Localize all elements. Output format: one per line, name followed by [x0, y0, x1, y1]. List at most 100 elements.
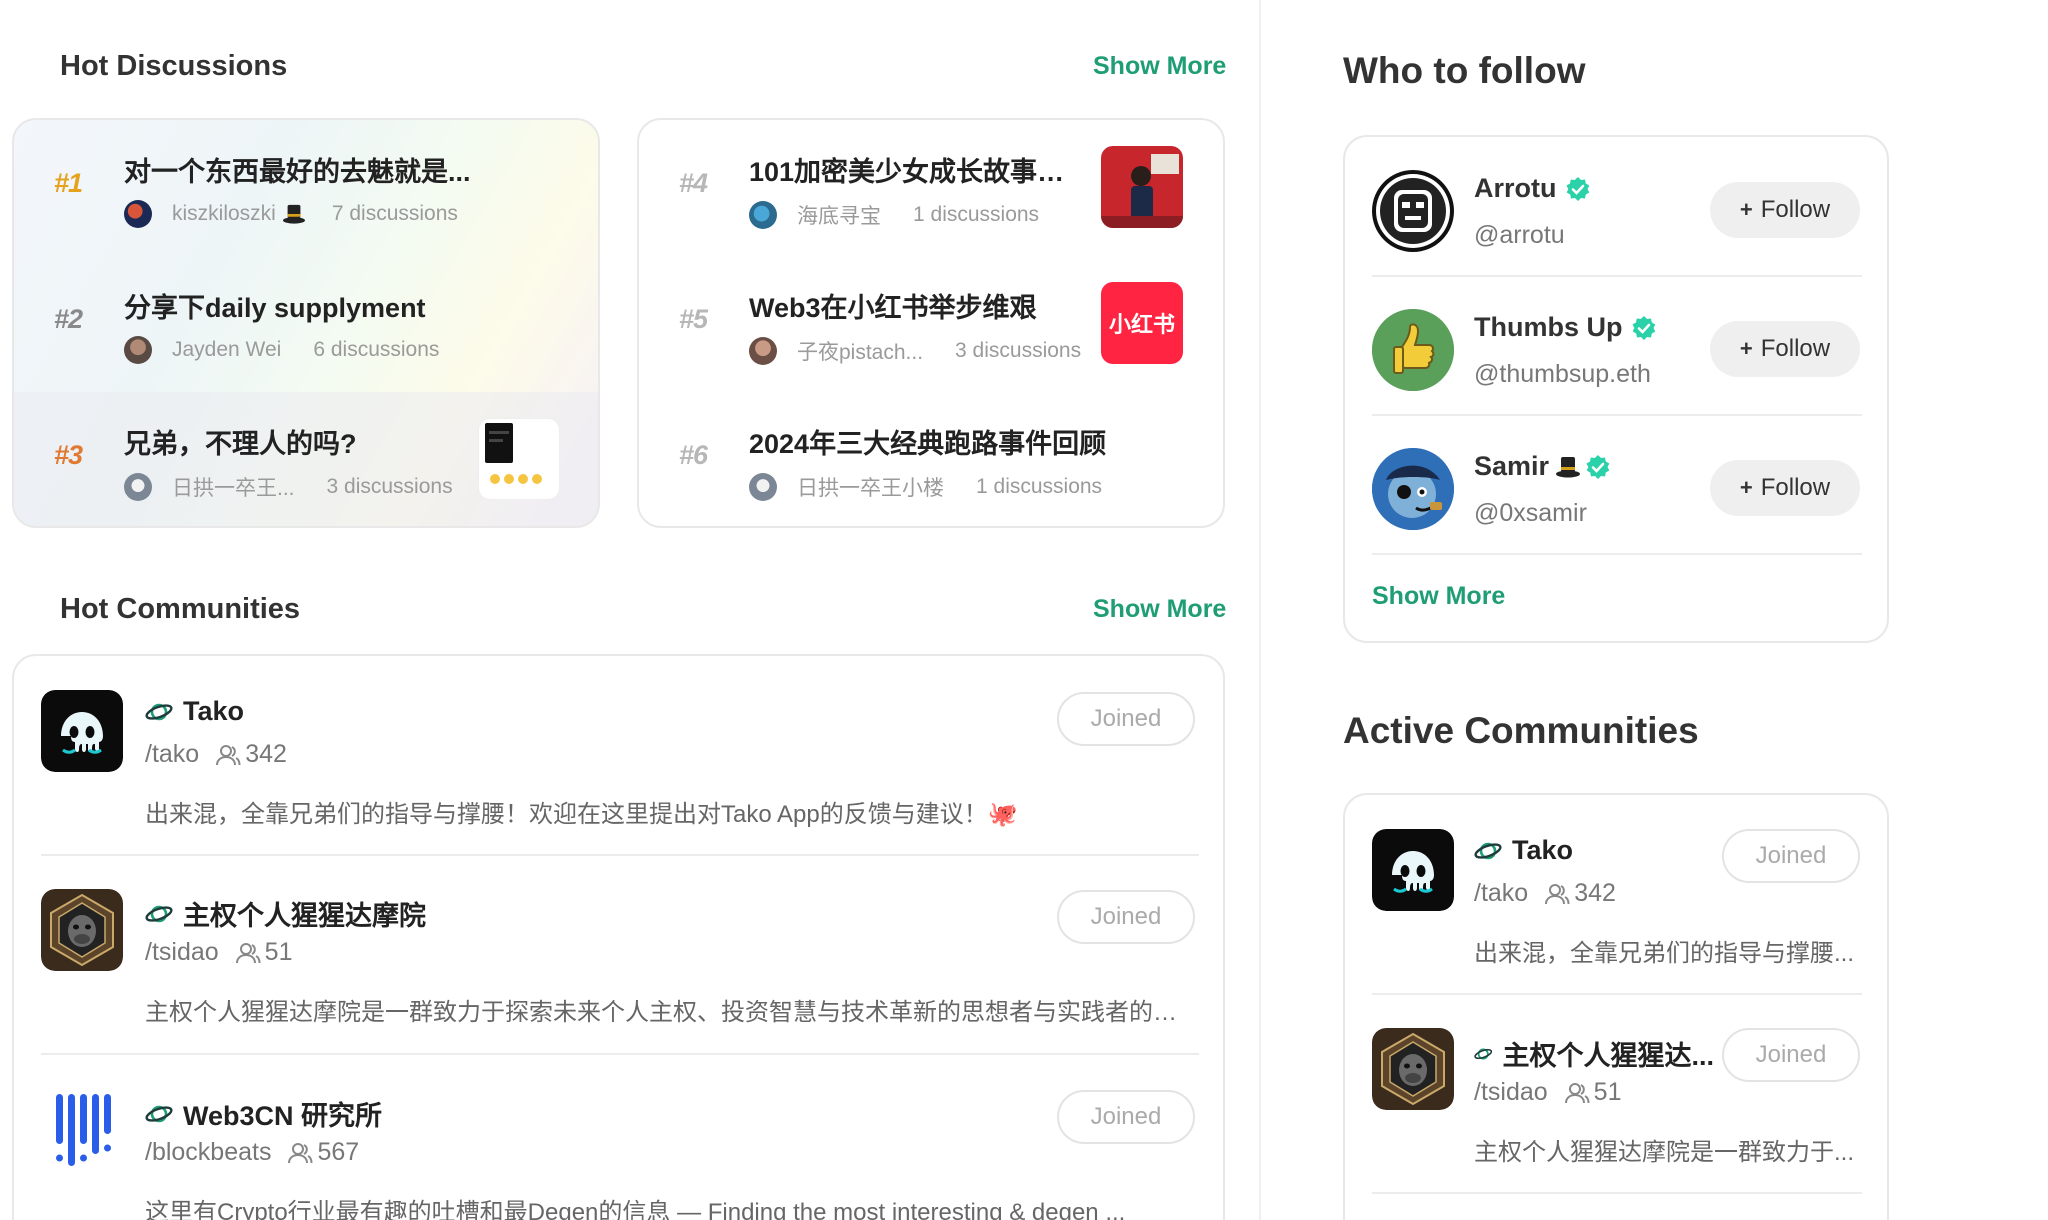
user-name-text: Samir [1474, 451, 1550, 481]
discussion-title[interactable]: Web3在小红书举步维艰 [749, 286, 1089, 325]
follow-label: Follow [1760, 474, 1831, 501]
community-name[interactable]: 主权个人猩猩达... [1474, 1034, 1714, 1073]
discussion-author[interactable]: 海底寻宝 [797, 200, 881, 230]
divider [1372, 1192, 1862, 1194]
user-name-text: Arrotu [1474, 173, 1557, 203]
discussion-title[interactable]: 对一个东西最好的去魅就是... [124, 150, 564, 189]
discussion-author[interactable]: 日拱一卒王... [172, 472, 295, 502]
tako-logo-icon[interactable] [41, 690, 123, 772]
user-name[interactable]: Thumbs Up [1474, 312, 1657, 343]
discussion-author[interactable]: kiszkiloszki [172, 202, 276, 226]
who-to-follow-show-more[interactable]: Show More [1372, 582, 1505, 611]
follow-button[interactable]: + Follow [1710, 321, 1860, 377]
plus-icon: + [1739, 336, 1753, 361]
discussion-item[interactable]: #5 Web3在小红书举步维艰 子夜pistach... 3 discussio… [639, 256, 1223, 392]
hot-discussions-card-right: #4 101加密美少女成长故事会（... 海底寻宝 1 discussions … [637, 118, 1225, 528]
hot-discussions-show-more[interactable]: Show More [1093, 52, 1226, 81]
plus-icon: + [1739, 197, 1753, 222]
user-name[interactable]: Samir [1474, 451, 1611, 482]
discussion-thumbnail[interactable] [478, 418, 560, 500]
discussion-item[interactable]: #4 101加密美少女成长故事会（... 海底寻宝 1 discussions [639, 120, 1223, 256]
discussion-item[interactable]: #3 兄弟，不理人的吗? 日拱一卒王... 3 discussions [14, 392, 598, 526]
discussion-thumbnail[interactable] [1101, 146, 1183, 228]
xiaohongshu-thumbnail[interactable]: 小红书 [1101, 282, 1183, 364]
discussion-author[interactable]: Jayden Wei [172, 338, 281, 362]
follow-label: Follow [1760, 196, 1831, 223]
community-slug: /tako [1474, 879, 1529, 907]
member-count: 567 [317, 1138, 360, 1166]
rank-badge: #1 [54, 168, 83, 198]
author-avatar[interactable] [749, 201, 777, 229]
tako-logo-icon[interactable] [1372, 829, 1454, 911]
rank-badge: #6 [679, 440, 708, 470]
discussion-meta: 海底寻宝 1 discussions [749, 200, 1039, 230]
author-avatar[interactable] [124, 473, 152, 501]
community-name-text: 主权个人猩猩达... [1502, 1041, 1714, 1071]
follow-label: Follow [1760, 335, 1831, 362]
community-item[interactable]: Tako /tako 342 出来混，全靠兄弟们的指导与撑腰... Joined [1345, 795, 1887, 993]
discussion-title[interactable]: 兄弟，不理人的吗? [124, 422, 454, 461]
joined-button[interactable]: Joined [1057, 1090, 1195, 1144]
discussion-item[interactable]: #2 分享下daily supplyment Jayden Wei 6 disc… [14, 256, 598, 392]
joined-button[interactable]: Joined [1057, 692, 1195, 746]
discussion-meta: 日拱一卒王... 3 discussions [124, 472, 453, 502]
discussion-count: 1 discussions [976, 475, 1103, 498]
members-icon [1564, 1082, 1590, 1104]
discussion-count: 3 discussions [326, 475, 453, 498]
author-avatar[interactable] [749, 337, 777, 365]
author-avatar[interactable] [124, 336, 152, 364]
user-handle: @thumbsup.eth [1474, 360, 1651, 388]
discussion-title[interactable]: 2024年三大经典跑路事件回顾 [749, 422, 1189, 461]
joined-button[interactable]: Joined [1057, 890, 1195, 944]
follow-button[interactable]: + Follow [1710, 182, 1860, 238]
discussion-author[interactable]: 日拱一卒王小楼 [797, 472, 944, 502]
divider [1372, 553, 1862, 555]
who-to-follow-title: Who to follow [1343, 50, 1586, 91]
community-name[interactable]: Tako [1474, 835, 1573, 866]
community-slug: /tsidao [1474, 1078, 1548, 1106]
discussion-item[interactable]: #1 对一个东西最好的去魅就是... kiszkiloszki 7 discus… [14, 120, 598, 256]
joined-button[interactable]: Joined [1722, 1028, 1860, 1082]
follow-button[interactable]: + Follow [1710, 460, 1860, 516]
user-avatar[interactable] [1372, 170, 1454, 252]
community-item[interactable]: Tako /tako 342 出来混，全靠兄弟们的指导与撑腰！欢迎在这里提出对T… [14, 656, 1223, 856]
screenshot-thumbnail-icon [485, 423, 542, 484]
members-icon [287, 1142, 313, 1164]
pixel-avatar-icon [1376, 174, 1450, 248]
community-path: /tako 342 [145, 740, 287, 769]
planet-icon [1474, 837, 1502, 865]
hot-communities-show-more[interactable]: Show More [1093, 595, 1226, 624]
community-name[interactable]: 主权个人猩猩达摩院 [145, 894, 426, 933]
discussion-title[interactable]: 101加密美少女成长故事会（... [749, 150, 1089, 189]
author-avatar[interactable] [124, 200, 152, 228]
user-avatar[interactable] [1372, 309, 1454, 391]
rank-badge: #3 [54, 440, 83, 470]
planet-icon [145, 1100, 173, 1128]
community-name[interactable]: Web3CN 研究所 [145, 1094, 382, 1133]
active-communities-title: Active Communities [1343, 710, 1699, 751]
author-avatar[interactable] [749, 473, 777, 501]
community-item[interactable]: 主权个人猩猩达... /tsidao 51 主权个人猩猩达摩院是一群致力于...… [1345, 994, 1887, 1192]
discussion-title[interactable]: 分享下daily supplyment [124, 286, 564, 325]
user-name-text: Thumbs Up [1474, 312, 1623, 342]
user-row[interactable]: Thumbs Up @thumbsup.eth + Follow [1345, 276, 1887, 414]
gorilla-logo-icon[interactable] [1372, 1028, 1454, 1110]
community-item[interactable]: Web3CN 研究所 /blockbeats 567 这里有Crypto行业最有… [14, 1054, 1223, 1220]
rank-badge: #2 [54, 304, 83, 334]
user-row[interactable]: Arrotu @arrotu + Follow [1345, 137, 1887, 275]
user-row[interactable]: Samir @0xsamir + Follow [1345, 415, 1887, 553]
hot-discussions-title: Hot Discussions [60, 50, 288, 82]
joined-button[interactable]: Joined [1722, 829, 1860, 883]
user-name[interactable]: Arrotu [1474, 173, 1591, 204]
user-avatar[interactable] [1372, 448, 1454, 530]
community-slug: /tsidao [145, 938, 219, 966]
community-name[interactable]: Tako [145, 696, 244, 727]
verified-icon [1565, 176, 1591, 202]
community-name-text: 主权个人猩猩达摩院 [183, 901, 426, 931]
discussion-item[interactable]: #6 2024年三大经典跑路事件回顾 日拱一卒王小楼 1 discussions [639, 392, 1223, 526]
discussion-author[interactable]: 子夜pistach... [797, 336, 923, 366]
rank-badge: #4 [679, 168, 708, 198]
gorilla-logo-icon[interactable] [41, 889, 123, 971]
community-item[interactable]: 主权个人猩猩达摩院 /tsidao 51 主权个人猩猩达摩院是一群致力于探索未来… [14, 856, 1223, 1054]
blockbeats-logo-icon[interactable] [41, 1088, 123, 1170]
